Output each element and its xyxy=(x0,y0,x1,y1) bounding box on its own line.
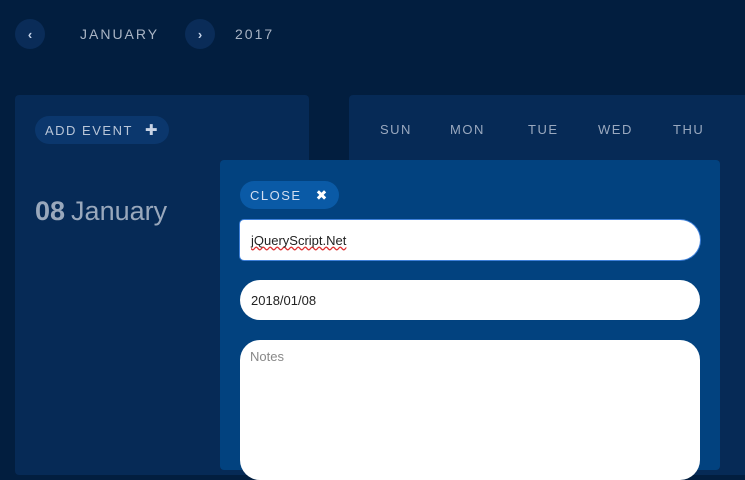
event-title-value: jQueryScript.Net xyxy=(251,232,347,248)
weekday-wed: WED xyxy=(598,122,633,137)
event-date-input[interactable]: 2018/01/08 xyxy=(240,280,700,320)
weekday-tue: TUE xyxy=(528,122,559,137)
chevron-left-icon: ‹ xyxy=(27,26,33,42)
close-label: CLOSE xyxy=(250,187,302,203)
notes-textarea[interactable] xyxy=(240,340,700,480)
year-label: 2017 xyxy=(235,26,275,42)
close-icon: ✖ xyxy=(315,186,329,203)
month-label: JANUARY xyxy=(80,26,160,42)
selected-month: January xyxy=(71,196,168,226)
prev-month-button[interactable]: ‹ xyxy=(15,19,45,49)
selected-date: 08 January xyxy=(35,196,167,227)
add-event-label: ADD EVENT xyxy=(45,122,133,138)
add-event-button[interactable]: ADD EVENT ✚ xyxy=(35,116,169,144)
weekday-sun: SUN xyxy=(380,122,412,137)
event-title-input[interactable]: jQueryScript.Net xyxy=(240,220,700,260)
selected-day: 08 xyxy=(35,196,66,226)
event-date-value: 2018/01/08 xyxy=(251,292,317,308)
weekday-mon: MON xyxy=(450,122,485,137)
weekday-thu: THU xyxy=(673,122,705,137)
chevron-right-icon: › xyxy=(197,26,203,42)
close-button[interactable]: CLOSE ✖ xyxy=(240,181,339,209)
next-month-button[interactable]: › xyxy=(185,19,215,49)
plus-icon: ✚ xyxy=(144,122,159,139)
